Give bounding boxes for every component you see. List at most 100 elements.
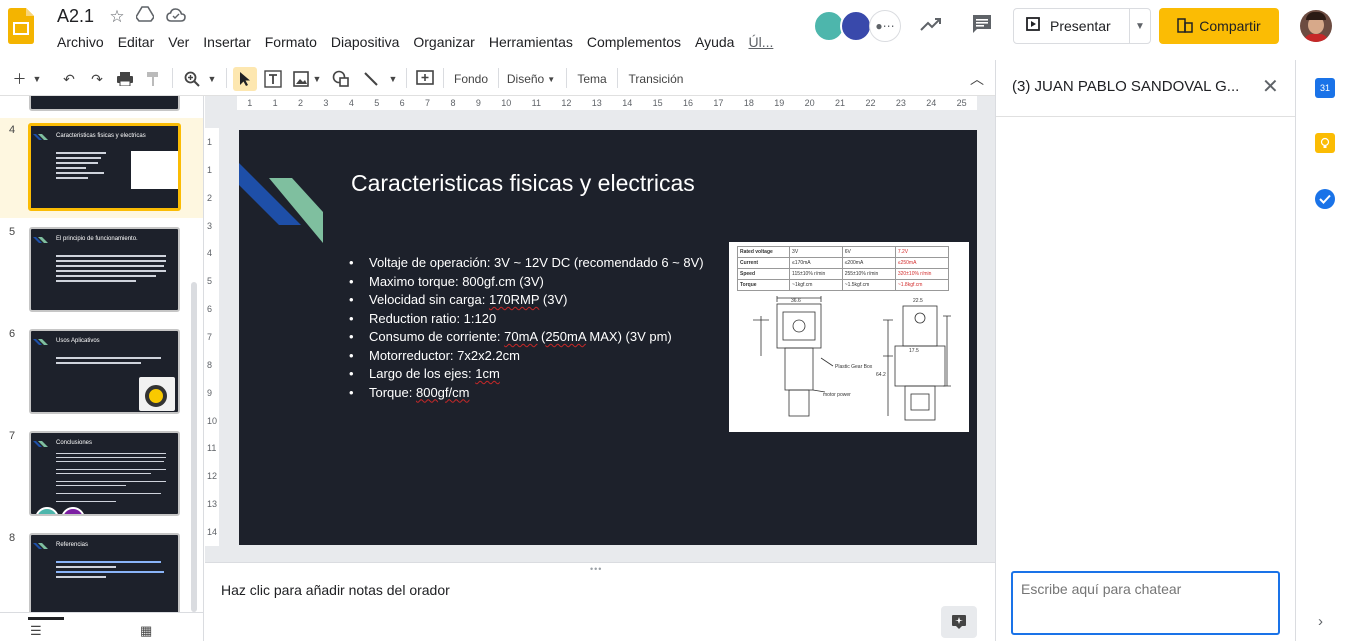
spec-table-cell: ≤170mA xyxy=(789,257,843,269)
menu-organizar[interactable]: Organizar xyxy=(406,32,481,54)
ruler-tick-label: 4 xyxy=(207,248,213,259)
menu-archivo[interactable]: Archivo xyxy=(50,32,111,54)
spec-table-cell: ≤250mA xyxy=(894,257,950,269)
present-icon xyxy=(1026,16,1040,36)
ruler-tick-label: 3 xyxy=(207,220,213,231)
menu-herramientas[interactable]: Herramientas xyxy=(482,32,580,54)
menu-insertar[interactable]: Insertar xyxy=(196,32,257,54)
ruler-tick-label: 19 xyxy=(774,98,785,108)
spec-table-row: Rated voltage 3V 6V 7.2V xyxy=(736,246,950,258)
expand-panel-chevron-icon[interactable]: › xyxy=(1318,613,1323,630)
spec-table-cell: Current xyxy=(736,257,791,269)
menu-formato[interactable]: Formato xyxy=(258,32,324,54)
user-avatar[interactable] xyxy=(1300,10,1332,42)
bullet-item: Reduction ratio: 1:120 xyxy=(349,310,704,329)
print-icon[interactable] xyxy=(114,68,136,90)
layout-button[interactable]: Diseño ▼ xyxy=(505,68,557,90)
spec-table-cell: 3V xyxy=(789,246,843,258)
star-icon[interactable]: ☆ xyxy=(106,6,128,28)
new-slide-button[interactable]: ＋ ▼ xyxy=(10,68,44,90)
select-tool-icon[interactable] xyxy=(233,67,257,91)
spec-table-cell: 320±10% r/min xyxy=(894,268,950,280)
grid-view-icon[interactable]: ▦ xyxy=(140,623,152,639)
slide-thumbnail-selected[interactable]: Caracteristicas fisicas y electricas xyxy=(28,123,181,211)
chat-people-icon[interactable]: ●⋯ xyxy=(869,10,901,42)
collaborator-avatar[interactable] xyxy=(840,10,872,42)
transition-button[interactable]: Transición xyxy=(624,68,688,90)
spec-table-cell: 255±10% r/min xyxy=(841,268,896,280)
slide-thumbnail[interactable]: Conclusiones xyxy=(29,431,180,516)
ruler-tick-label: 6 xyxy=(207,304,213,315)
slide-number: 4 xyxy=(9,124,16,136)
slide-title[interactable]: Caracteristicas fisicas y electricas xyxy=(351,170,695,197)
document-title[interactable]: A2.1 xyxy=(57,6,94,27)
ruler-tick-label: 25 xyxy=(956,98,967,108)
ruler-tick-label: 11 xyxy=(207,443,217,454)
undo-icon[interactable]: ↶ xyxy=(58,68,80,90)
dimension-label: 17.5 xyxy=(909,348,919,354)
tasks-icon[interactable] xyxy=(1315,189,1335,209)
motor-spec-image[interactable]: Rated voltage 3V 6V 7.2V Current ≤170mA ≤200mA… xyxy=(729,242,969,432)
filmstrip-scrollbar[interactable] xyxy=(191,282,197,612)
speaker-notes[interactable]: Haz clic para añadir notas del orador xyxy=(205,570,995,641)
bullet-item: Velocidad sin carga: 170RMP (3V) xyxy=(349,291,704,310)
slide-thumbnail[interactable] xyxy=(29,96,180,111)
slide-number: 5 xyxy=(9,226,16,238)
zoom-icon[interactable]: ▼ xyxy=(180,68,220,90)
ruler-tick-label: 10 xyxy=(207,415,218,426)
chat-input[interactable] xyxy=(1011,571,1280,635)
bullet-item: Consumo de corriente: 70mA (250mA MAX) (… xyxy=(349,328,704,347)
slides-logo-icon[interactable] xyxy=(8,8,34,44)
collapse-toolbar-icon[interactable]: ︿ xyxy=(966,68,988,90)
calendar-icon[interactable]: 31 xyxy=(1315,78,1335,98)
comment-icon[interactable] xyxy=(971,14,993,36)
theme-button[interactable]: Tema xyxy=(573,68,611,90)
slide-thumbnail[interactable]: Referencias xyxy=(29,533,180,618)
menu-ayuda[interactable]: Ayuda xyxy=(688,32,741,54)
speaker-notes-placeholder[interactable]: Haz clic para añadir notas del orador xyxy=(221,582,450,598)
list-view-icon[interactable]: ☰ xyxy=(30,623,42,639)
thumbnail-title: Caracteristicas fisicas y electricas xyxy=(56,133,146,139)
insert-image-icon[interactable]: ▼ xyxy=(290,68,324,90)
drive-icon[interactable] xyxy=(134,6,156,28)
menu-editar[interactable]: Editar xyxy=(111,32,162,54)
notes-resize-handle[interactable]: ••• xyxy=(205,562,995,574)
slide-number: 7 xyxy=(9,430,16,442)
present-dropdown-icon[interactable]: ▼ xyxy=(1130,21,1150,32)
explore-icon[interactable] xyxy=(941,606,977,638)
spec-table-cell: Torque xyxy=(736,279,791,291)
cloud-icon[interactable] xyxy=(165,6,187,28)
present-label: Presentar xyxy=(1050,18,1111,34)
share-button[interactable]: Compartir xyxy=(1159,8,1279,44)
current-slide[interactable]: Caracteristicas fisicas y electricas Vol… xyxy=(239,130,977,545)
keep-icon[interactable] xyxy=(1315,133,1335,153)
slide-bullet-list[interactable]: Voltaje de operación: 3V ~ 12V DC (recom… xyxy=(349,254,704,402)
slide-thumbnail[interactable]: El principio de funcionamiento. xyxy=(29,227,180,312)
present-button[interactable]: Presentar ▼ xyxy=(1013,8,1151,44)
close-icon[interactable]: ✕ xyxy=(1262,74,1279,99)
ruler-tick-label: 1 xyxy=(207,136,213,147)
ruler-tick-label: 23 xyxy=(895,98,906,108)
thumbnail-title: Conclusiones xyxy=(56,440,93,446)
toolbar: ＋ ▼ ↶ ↷ ▼ ▼ ▼ Fondo Diseño ▼ Tema Transici… xyxy=(0,60,995,96)
drawing-label: motor power xyxy=(823,392,851,398)
collaborator-avatar xyxy=(35,507,59,514)
menu-diapositiva[interactable]: Diapositiva xyxy=(324,32,406,54)
menu-last-edit[interactable]: Úl... xyxy=(741,32,780,54)
slide-thumbnail[interactable]: Usos Aplicativos xyxy=(29,329,180,414)
layout-label: Diseño xyxy=(506,72,545,86)
menu-complementos[interactable]: Complementos xyxy=(580,32,688,54)
ruler-tick-label: 2 xyxy=(207,192,213,203)
paint-format-icon[interactable] xyxy=(142,68,164,90)
spec-table-cell: ~1.5kgf.cm xyxy=(841,279,896,291)
line-tool-icon[interactable]: ▼ xyxy=(360,68,400,90)
background-button[interactable]: Fondo xyxy=(450,68,492,90)
activity-trending-icon[interactable] xyxy=(920,14,942,36)
add-comment-icon[interactable] xyxy=(414,68,436,90)
drawing-label: Plastic Gear Box xyxy=(835,364,873,370)
redo-icon[interactable]: ↷ xyxy=(86,68,108,90)
shape-icon[interactable] xyxy=(330,68,352,90)
spec-table-row: Torque ~1kgf.cm ~1.5kgf.cm ~1.8kgf.cm xyxy=(736,279,950,291)
text-box-icon[interactable] xyxy=(262,68,284,90)
menu-ver[interactable]: Ver xyxy=(161,32,196,54)
